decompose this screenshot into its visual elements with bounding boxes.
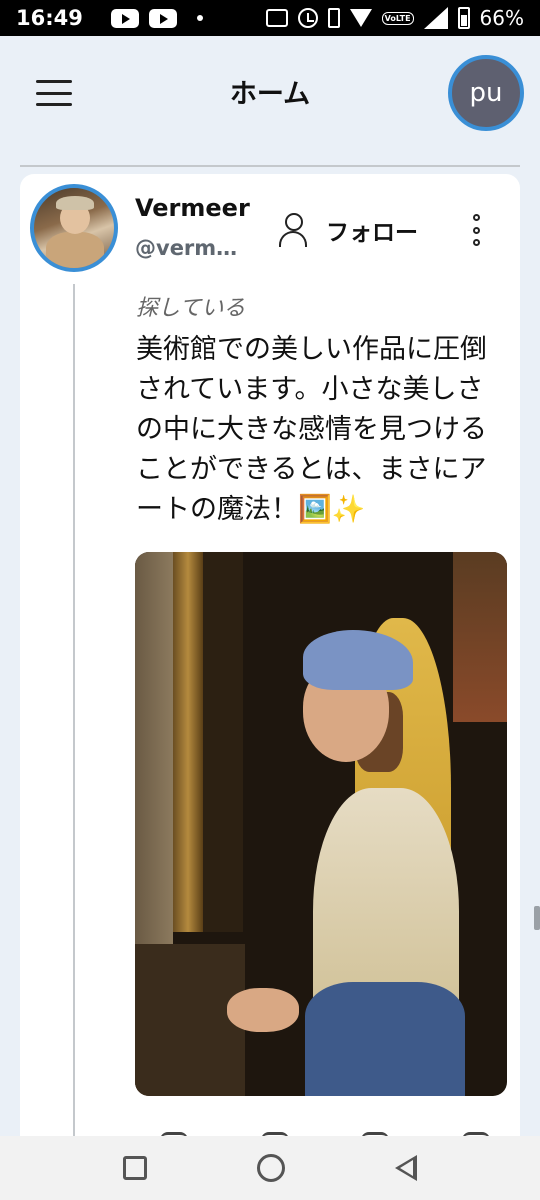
dot-icon [196,15,203,21]
wifi-icon [349,9,372,27]
system-nav-bar [0,1136,540,1200]
status-right: VoLTE 66% [265,6,524,30]
battery-icon [457,7,470,29]
back-icon[interactable] [395,1155,417,1181]
alarm-icon [297,8,318,28]
post-card: Vermeer @vermeer フォロー 探している 美術館での美しい作品に圧… [20,174,520,1154]
battery-percent: 66% [479,6,524,30]
follow-button[interactable]: フォロー [278,210,418,250]
volte-icon: VoLTE [381,11,414,25]
recents-icon[interactable] [123,1156,147,1180]
post-status: 探している [136,296,246,321]
follow-label: フォロー [326,220,418,246]
scrollbar[interactable] [534,906,540,930]
author-avatar[interactable] [30,184,118,272]
header-divider [20,165,520,167]
signal-icon [423,7,448,29]
author-name[interactable]: Vermeer [135,194,255,222]
status-left: 16:49 [16,6,203,30]
youtube-icon [148,8,177,28]
thread-line [73,284,75,1154]
person-icon [278,213,308,247]
home-icon[interactable] [257,1154,285,1182]
youtube-icon [110,8,139,28]
vibrate-icon [327,8,340,28]
app-header: ホーム pu [0,36,540,167]
more-options-icon[interactable] [464,210,488,250]
author-handle: @vermeer [135,236,245,260]
post-text: 美術館での美しい作品に圧倒されています。小さな美しさの中に大きな感情を見つけるこ… [136,334,487,525]
post-image[interactable] [135,552,507,1096]
user-avatar[interactable]: pu [448,55,524,131]
status-time: 16:49 [16,6,83,30]
status-bar: 16:49 VoLTE 66% [0,0,540,36]
auto-hz-icon [265,9,288,27]
